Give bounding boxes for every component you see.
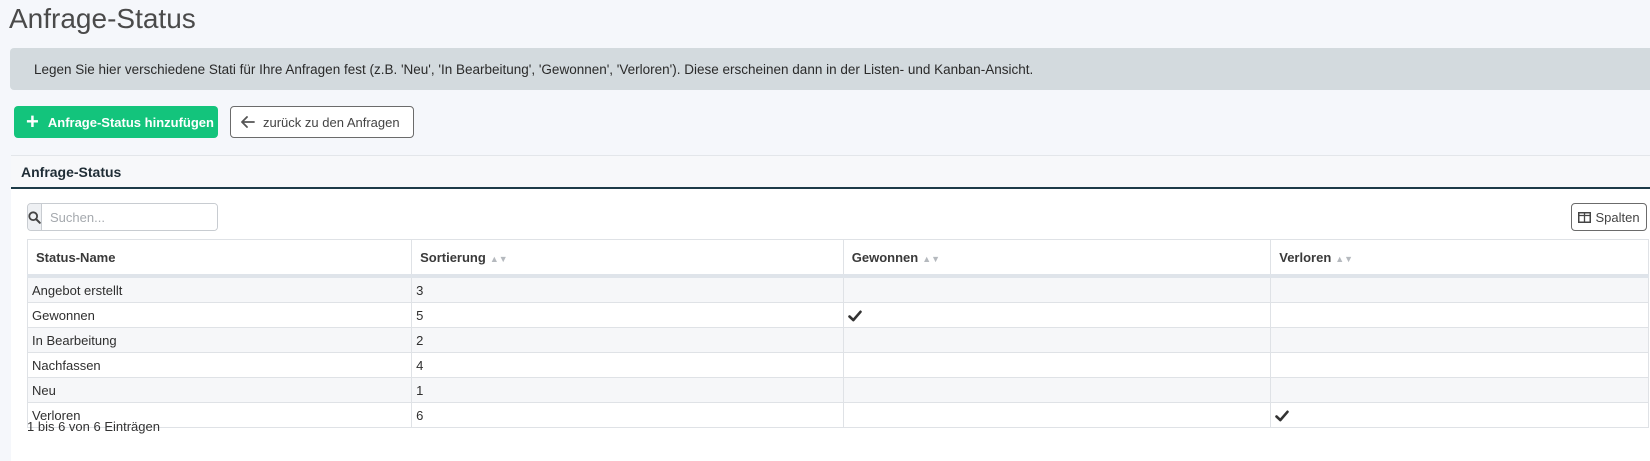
lost-cell bbox=[1270, 302, 1649, 328]
table-info: 1 bis 6 von 6 Einträgen bbox=[27, 419, 160, 434]
column-header-sortierung[interactable]: Sortierung ▲▼ bbox=[411, 239, 844, 278]
status-table: Status-Name Sortierung ▲▼ Gewonnen ▲▼ Verl… bbox=[26, 239, 1649, 428]
table-header-row: Status-Name Sortierung ▲▼ Gewonnen ▲▼ Verl… bbox=[26, 239, 1649, 278]
column-header-verloren[interactable]: Verloren ▲▼ bbox=[1270, 239, 1649, 278]
sort-cell: 5 bbox=[411, 302, 844, 328]
lost-cell bbox=[1270, 275, 1649, 303]
table-row[interactable]: Nachfassen 4 bbox=[26, 352, 1649, 378]
lost-cell bbox=[1270, 377, 1649, 403]
add-status-button[interactable]: + Anfrage-Status hinzufügen bbox=[14, 106, 218, 138]
table-body: Angebot erstellt 3 Gewonnen 5 In Bearbei… bbox=[26, 275, 1649, 428]
search-icon bbox=[28, 204, 42, 230]
sort-icon: ▲▼ bbox=[922, 253, 941, 264]
sort-cell: 3 bbox=[411, 275, 844, 303]
arrow-left-icon bbox=[241, 116, 255, 128]
info-banner: Legen Sie hier verschiedene Stati für Ih… bbox=[10, 48, 1650, 90]
sort-cell: 4 bbox=[411, 352, 844, 378]
back-to-requests-label: zurück zu den Anfragen bbox=[263, 114, 400, 130]
add-status-label: Anfrage-Status hinzufügen bbox=[47, 114, 214, 130]
columns-button[interactable]: Spalten bbox=[1571, 203, 1647, 231]
status-name-cell: Neu bbox=[26, 377, 413, 403]
info-banner-text: Legen Sie hier verschiedene Stati für Ih… bbox=[34, 61, 1034, 77]
status-card: Anfrage-Status Spalten Status-Name Sorti… bbox=[11, 155, 1650, 461]
check-icon bbox=[1275, 410, 1290, 422]
column-header-status-name[interactable]: Status-Name bbox=[26, 239, 413, 278]
columns-label: Spalten bbox=[1595, 209, 1640, 225]
table-row[interactable]: Neu 1 bbox=[26, 377, 1649, 403]
column-header-gewonnen[interactable]: Gewonnen ▲▼ bbox=[842, 239, 1272, 278]
status-name-cell: Nachfassen bbox=[26, 352, 413, 378]
search-input[interactable] bbox=[42, 204, 217, 230]
plus-icon: + bbox=[26, 109, 39, 134]
sort-cell: 6 bbox=[411, 402, 844, 428]
card-header: Anfrage-Status bbox=[11, 156, 1650, 189]
won-cell bbox=[842, 402, 1272, 428]
table-row[interactable]: Angebot erstellt 3 bbox=[26, 275, 1649, 303]
lost-cell bbox=[1270, 327, 1649, 353]
won-cell bbox=[842, 302, 1272, 328]
status-name-cell: Gewonnen bbox=[26, 302, 413, 328]
table-row[interactable]: Verloren 6 bbox=[26, 402, 1649, 428]
status-name-cell: In Bearbeitung bbox=[26, 327, 413, 353]
page-title: Anfrage-Status bbox=[9, 3, 196, 34]
search-box bbox=[27, 203, 218, 231]
lost-cell bbox=[1270, 352, 1649, 378]
won-cell bbox=[842, 327, 1272, 353]
won-cell bbox=[842, 377, 1272, 403]
won-cell bbox=[842, 352, 1272, 378]
sort-cell: 2 bbox=[411, 327, 844, 353]
sort-icon: ▲▼ bbox=[1335, 253, 1354, 264]
won-cell bbox=[842, 275, 1272, 303]
columns-icon bbox=[1578, 211, 1592, 223]
table-row[interactable]: In Bearbeitung 2 bbox=[26, 327, 1649, 353]
sort-cell: 1 bbox=[411, 377, 844, 403]
status-name-cell: Angebot erstellt bbox=[26, 275, 413, 303]
card-title: Anfrage-Status bbox=[21, 163, 122, 180]
sort-icon: ▲▼ bbox=[489, 253, 508, 264]
back-to-requests-button[interactable]: zurück zu den Anfragen bbox=[230, 106, 414, 138]
check-icon bbox=[847, 310, 862, 322]
lost-cell bbox=[1270, 402, 1649, 428]
table-row[interactable]: Gewonnen 5 bbox=[26, 302, 1649, 328]
